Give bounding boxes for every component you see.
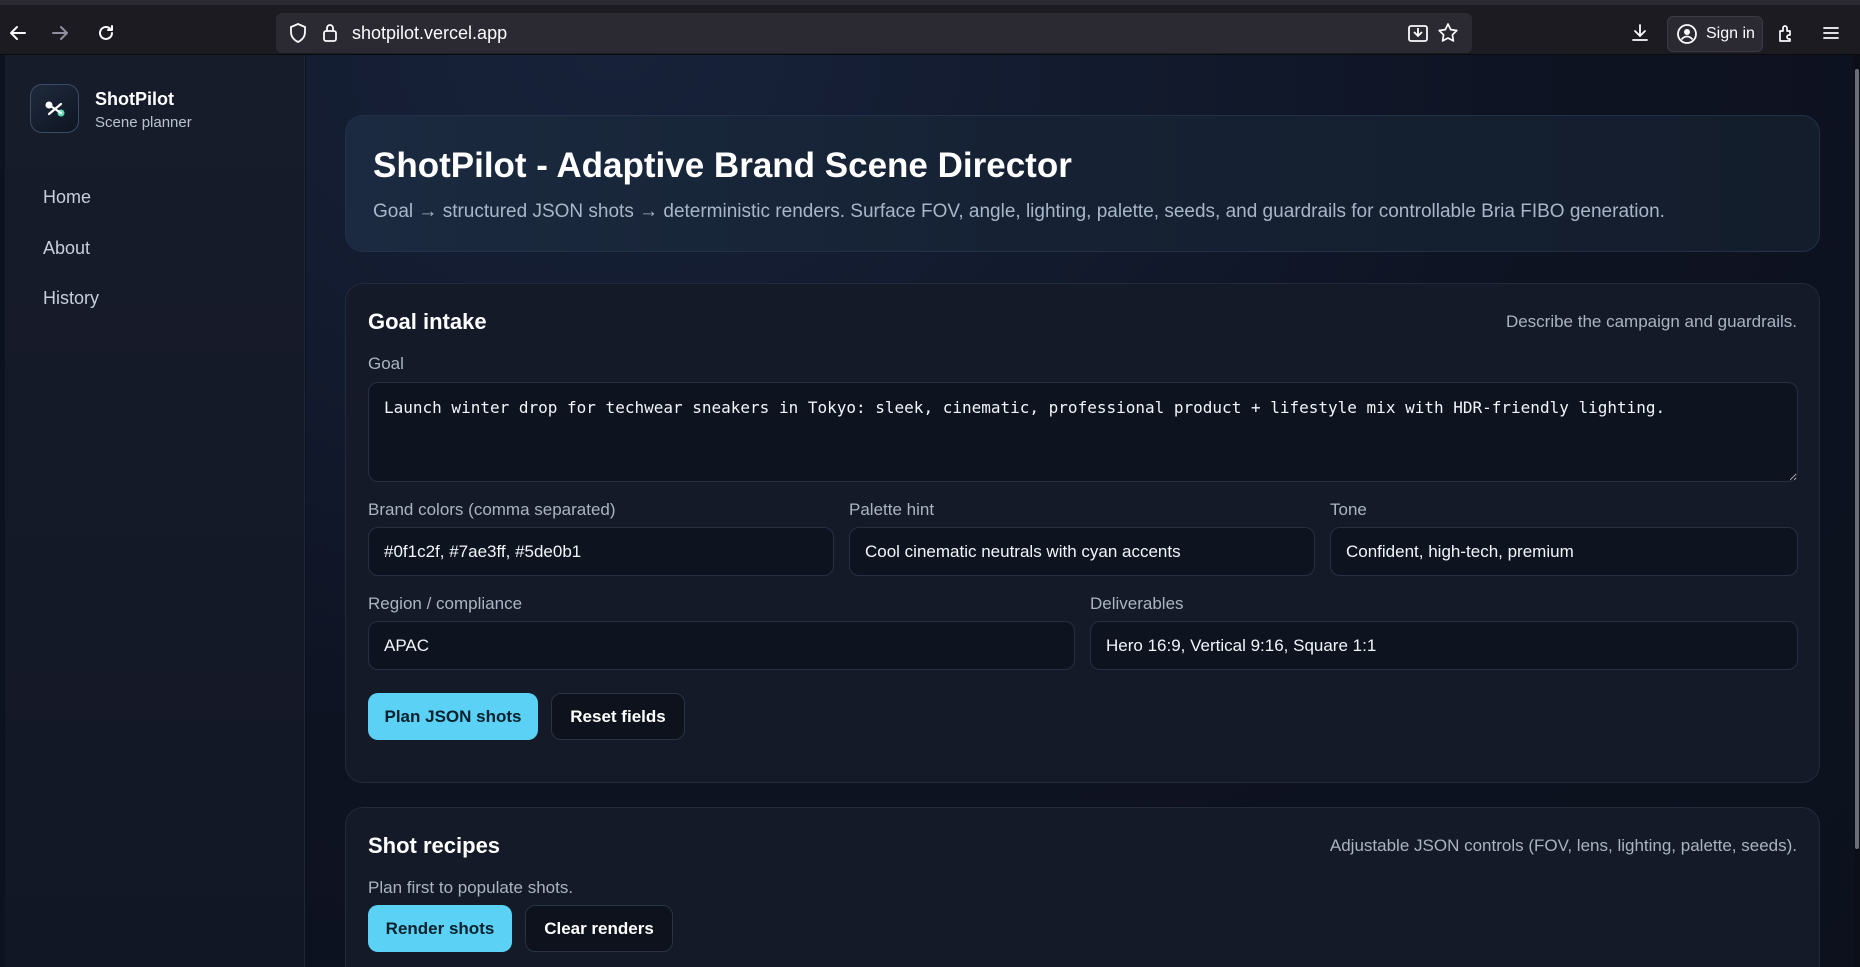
brand-name: ShotPilot	[95, 89, 174, 109]
menu-icon[interactable]	[1815, 17, 1847, 49]
save-to-device-icon[interactable]	[1406, 21, 1430, 45]
lock-icon[interactable]	[318, 21, 342, 45]
sign-in-button[interactable]: Sign in	[1667, 16, 1763, 52]
scrollbar-thumb[interactable]	[1855, 69, 1859, 849]
render-shots-button[interactable]: Render shots	[368, 905, 512, 952]
shield-icon[interactable]	[286, 21, 310, 45]
sidebar: ShotPilot Scene planner Home About Histo…	[5, 55, 305, 967]
sidebar-item-history[interactable]: History	[43, 288, 99, 309]
account-icon	[1677, 24, 1697, 44]
main-content: ShotPilot - Adaptive Brand Scene Directo…	[306, 55, 1854, 967]
tone-label: Tone	[1330, 500, 1367, 519]
goal-intake-card: Goal intake Describe the campaign and gu…	[345, 283, 1820, 783]
deliverables-label: Deliverables	[1090, 594, 1184, 613]
page-subtitle: Goal → structured JSON shots → determini…	[373, 201, 1665, 222]
reset-fields-button[interactable]: Reset fields	[551, 693, 685, 740]
goal-intake-title: Goal intake	[368, 309, 487, 334]
page-title: ShotPilot - Adaptive Brand Scene Directo…	[373, 146, 1072, 185]
reload-icon[interactable]	[90, 17, 122, 49]
region-label: Region / compliance	[368, 594, 523, 613]
region-input[interactable]	[368, 621, 1075, 670]
shot-recipes-empty-text: Plan first to populate shots.	[368, 878, 574, 897]
page-scrollbar[interactable]	[1854, 55, 1860, 967]
palette-hint-label: Palette hint	[849, 500, 935, 519]
tone-input[interactable]	[1330, 527, 1798, 576]
shotpilot-logo-icon	[30, 84, 79, 133]
sidebar-item-home[interactable]: Home	[43, 187, 91, 208]
goal-textarea[interactable]: Launch winter drop for techwear sneakers…	[368, 382, 1798, 482]
address-bar[interactable]: shotpilot.vercel.app	[276, 13, 1472, 53]
sign-in-label: Sign in	[1706, 25, 1755, 42]
brand-subtitle: Scene planner	[95, 114, 192, 131]
forward-arrow-icon[interactable]	[44, 17, 76, 49]
shot-recipes-title: Shot recipes	[368, 833, 501, 858]
hero-banner: ShotPilot - Adaptive Brand Scene Directo…	[345, 115, 1820, 252]
shot-recipes-card: Shot recipes Adjustable JSON controls (F…	[345, 807, 1820, 967]
palette-hint-input[interactable]	[849, 527, 1315, 576]
deliverables-input[interactable]	[1090, 621, 1798, 670]
bookmark-star-icon[interactable]	[1436, 21, 1460, 45]
browser-toolbar: shotpilot.vercel.app Sign in	[0, 0, 1860, 55]
sidebar-item-about[interactable]: About	[43, 238, 90, 259]
brand-colors-label: Brand colors (comma separated)	[368, 500, 616, 519]
back-arrow-icon[interactable]	[2, 17, 34, 49]
brand-colors-input[interactable]	[368, 527, 834, 576]
url-text[interactable]: shotpilot.vercel.app	[352, 23, 507, 44]
clear-renders-button[interactable]: Clear renders	[525, 905, 673, 952]
shot-recipes-hint: Adjustable JSON controls (FOV, lens, lig…	[1329, 836, 1797, 855]
plan-json-shots-button[interactable]: Plan JSON shots	[368, 693, 538, 740]
goal-label: Goal	[368, 354, 404, 373]
extensions-icon[interactable]	[1770, 17, 1802, 49]
goal-intake-hint: Describe the campaign and guardrails.	[1505, 312, 1797, 331]
downloads-icon[interactable]	[1624, 17, 1656, 49]
